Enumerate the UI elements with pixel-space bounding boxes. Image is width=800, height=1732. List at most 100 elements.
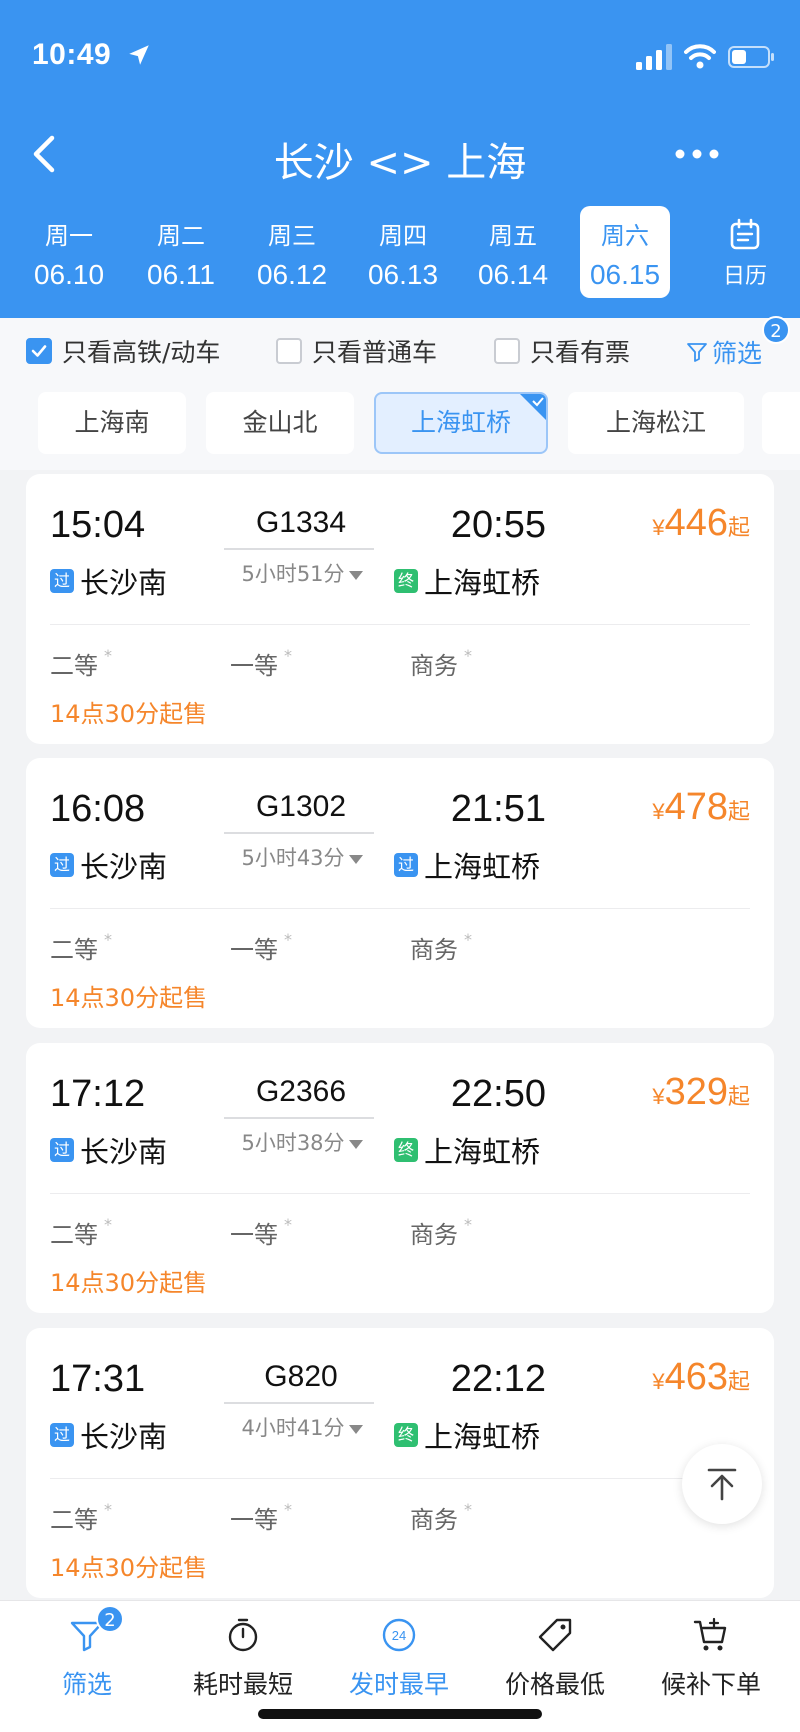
seat-mark: * [284, 930, 292, 949]
price-value: 478 [664, 786, 728, 828]
filter-label: 筛选 [712, 339, 763, 368]
station-name: 上海虹桥 [424, 1420, 541, 1454]
date-selector: 周一 06.10 周二 06.11 周三 06.12 周四 06.13 周五 06.14 … [0, 206, 800, 298]
price-suffix: 起 [727, 1084, 750, 1109]
seat-second-class: 二等 * [50, 1500, 112, 1535]
duration[interactable]: 5小时51分 [222, 558, 382, 588]
seat-first-class: 一等 * [230, 646, 292, 681]
price-suffix: 起 [727, 799, 750, 824]
tab-earliest-departure[interactable]: 24 发时最早 [324, 1615, 474, 1715]
seat-mark: * [464, 930, 472, 949]
train-number: G2366 [255, 1075, 347, 1108]
seat-label: 商务 [410, 1221, 458, 1249]
station-name: 长沙南 [80, 1135, 168, 1169]
train-card[interactable]: 15:04 G1334 5小时51分 20:55 过长沙南 终上海虹桥 ¥446… [26, 474, 774, 744]
date-item[interactable]: 周三 06.12 [237, 206, 347, 298]
checkbox-empty-icon [494, 338, 520, 364]
departure-time: 15:04 [50, 504, 146, 546]
tab-label: 耗时最短 [192, 1670, 293, 1699]
regular-only-checkbox[interactable]: 只看普通车 [276, 334, 437, 368]
station-chip-selected[interactable]: 上海虹桥 [374, 392, 548, 454]
seat-business-class: 商务 * [410, 1215, 472, 1250]
cellular-signal-icon [636, 44, 672, 70]
seat-label: 商务 [410, 936, 458, 964]
duration[interactable]: 4小时41分 [222, 1412, 382, 1442]
train-number: G1302 [255, 790, 347, 823]
tab-lowest-price[interactable]: 价格最低 [480, 1615, 630, 1715]
tab-filter-badge: 2 [96, 1605, 124, 1633]
date-label: 06.12 [256, 259, 328, 290]
seat-first-class: 一等 * [230, 1215, 292, 1250]
tab-filter[interactable]: 筛选 [12, 1615, 162, 1715]
clock-24-icon: 24 [382, 1618, 416, 1652]
tab-label: 筛选 [61, 1670, 112, 1699]
checkbox-label: 只看有票 [530, 338, 631, 367]
more-icon[interactable] [672, 142, 722, 166]
station-chip[interactable]: 上海松江 [568, 392, 744, 454]
seat-label: 商务 [410, 652, 458, 680]
station-chip[interactable]: 金山北 [206, 392, 354, 454]
departure-time: 17:31 [50, 1358, 146, 1400]
duration[interactable]: 5小时38分 [222, 1127, 382, 1157]
date-item[interactable]: 周二 06.11 [126, 206, 236, 298]
date-label: 06.11 [147, 259, 215, 290]
date-label: 06.13 [367, 259, 439, 290]
train-card[interactable]: 17:31 G820 4小时41分 22:12 过长沙南 终上海虹桥 ¥463起… [26, 1328, 774, 1598]
caret-down-icon [348, 854, 363, 864]
seat-mark: * [464, 1215, 472, 1234]
seat-mark: * [464, 1500, 472, 1519]
clock-24-label: 24 [392, 1628, 406, 1643]
sale-time: 14点30分起售 [50, 1554, 208, 1582]
price-value: 463 [664, 1356, 728, 1398]
duration[interactable]: 5小时43分 [222, 842, 382, 872]
departure-station: 过长沙南 [50, 1129, 167, 1171]
tab-label: 发时最早 [348, 1670, 449, 1699]
seat-business-class: 商务 * [410, 930, 472, 965]
seat-second-class: 二等 * [50, 646, 112, 681]
date-item[interactable]: 周四 06.13 [348, 206, 458, 298]
tab-label: 候补下单 [660, 1670, 761, 1699]
train-card[interactable]: 16:08 G1302 5小时43分 21:51 过长沙南 过上海虹桥 ¥478… [26, 758, 774, 1028]
funnel-icon [687, 343, 707, 362]
calendar-button[interactable]: 日历 [712, 218, 778, 298]
route-line [224, 1117, 374, 1119]
pass-tag-icon: 过 [394, 853, 418, 877]
date-item[interactable]: 周五 06.14 [458, 206, 568, 298]
tab-shortest-duration[interactable]: 耗时最短 [168, 1615, 318, 1715]
high-speed-only-checkbox[interactable]: 只看高铁/动车 [26, 334, 220, 368]
train-number: G820 [264, 1360, 338, 1393]
checkbox-empty-icon [276, 338, 302, 364]
station-filter-row: 上海南 金山北 上海虹桥 上海松江 [0, 384, 800, 470]
station-chip-partial[interactable] [762, 392, 800, 454]
seat-mark: * [284, 646, 292, 665]
date-item-selected[interactable]: 周六 06.15 [580, 206, 670, 298]
filter-count-badge: 2 [762, 316, 790, 344]
departure-station: 过长沙南 [50, 560, 167, 602]
station-chip[interactable]: 上海南 [38, 392, 186, 454]
station-name: 长沙南 [80, 850, 168, 884]
departure-time: 16:08 [50, 788, 146, 830]
departure-station: 过长沙南 [50, 844, 167, 886]
date-item[interactable]: 周一 06.10 [14, 206, 124, 298]
tab-waitlist-order[interactable]: 候补下单 [636, 1615, 786, 1715]
divider [50, 1193, 750, 1194]
header: 10:49 长沙 <> 上海 周一 06.10 周二 06.11 周三 06.12 [0, 0, 800, 318]
available-only-checkbox[interactable]: 只看有票 [494, 334, 630, 368]
train-card[interactable]: 17:12 G2366 5小时38分 22:50 过长沙南 终上海虹桥 ¥329… [26, 1043, 774, 1313]
station-chip-label: 上海虹桥 [410, 408, 511, 437]
station-name: 长沙南 [80, 1420, 168, 1454]
checkbox-checked-icon [26, 338, 52, 364]
price-suffix: 起 [727, 1369, 750, 1394]
currency-symbol: ¥ [652, 1084, 665, 1109]
home-indicator[interactable] [258, 1709, 542, 1719]
divider [50, 624, 750, 625]
calendar-icon [730, 218, 760, 250]
back-to-top-button[interactable] [682, 1444, 762, 1524]
price-value: 446 [664, 502, 728, 544]
weekday-label: 周六 [601, 222, 649, 250]
sale-time: 14点30分起售 [50, 700, 208, 728]
station-name: 上海虹桥 [424, 1135, 541, 1169]
filter-button[interactable]: 筛选 [686, 334, 762, 370]
seat-second-class: 二等 * [50, 1215, 112, 1250]
weekday-label: 周五 [489, 222, 537, 250]
